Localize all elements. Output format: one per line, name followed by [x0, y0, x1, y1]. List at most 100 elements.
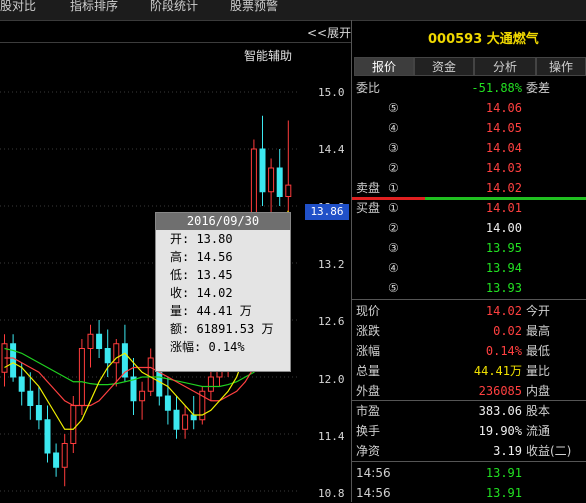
candle-body[interactable]: [87, 333, 94, 349]
buy-level-4[interactable]: ④ 13.94: [352, 258, 586, 278]
candle-body[interactable]: [10, 343, 17, 378]
candle-body[interactable]: [18, 376, 25, 392]
stats-row: 换手 19.90% 流通: [352, 421, 586, 441]
quote-row: 涨幅 0.14% 最低: [352, 341, 586, 361]
candle-body[interactable]: [173, 409, 180, 430]
buy-level-index: ④: [388, 261, 399, 275]
tab-analysis[interactable]: 分析: [474, 57, 536, 76]
weibi-label: 委比: [356, 81, 381, 95]
candle-body[interactable]: [268, 167, 275, 193]
candle-body[interactable]: [61, 443, 68, 468]
axis-label: 13.2: [318, 257, 345, 271]
candle-body[interactable]: [78, 348, 85, 406]
chart-header: [0, 22, 352, 43]
axis-label: 12.0: [318, 372, 345, 386]
candle-body[interactable]: [104, 348, 111, 364]
stats-row: 市盈 383.06 股本: [352, 401, 586, 421]
weibi-row: 委比 -51.88% 委差: [352, 78, 586, 98]
buy-price: 13.93: [485, 281, 522, 295]
divider-3: [352, 461, 586, 462]
candle-tooltip: 2016/09/30 开: 13.80 高: 14.56 低: 13.45 收:…: [155, 212, 291, 372]
candle-body[interactable]: [190, 414, 197, 421]
sell-level-index: ④: [388, 121, 399, 135]
candle-body[interactable]: [27, 390, 34, 406]
quote-row: 外盘 236085 内盘: [352, 381, 586, 401]
candle-body[interactable]: [207, 376, 214, 392]
weibi-diff-label: 委差: [526, 81, 551, 95]
buy-price: 14.00: [485, 221, 522, 235]
candle-body[interactable]: [44, 419, 51, 454]
tick-price: 13.91: [485, 486, 522, 500]
candle-body[interactable]: [70, 405, 77, 444]
tooltip-date: 2016/09/30: [156, 213, 290, 230]
sell-level-5[interactable]: 卖盘 ① 14.02: [352, 178, 586, 198]
candle-body[interactable]: [96, 333, 103, 349]
buy-level-index: ②: [388, 221, 399, 235]
menu-stock-alert[interactable]: 股票预警: [230, 0, 278, 14]
quote-right-label: 内盘: [526, 384, 551, 398]
stock-header: 000593 大通燃气: [352, 22, 586, 52]
candle-body[interactable]: [164, 395, 171, 411]
quote-row: 现价 14.02 今开: [352, 301, 586, 321]
tab-funds[interactable]: 资金: [414, 57, 474, 76]
sell-label: 卖盘: [356, 181, 381, 195]
buy-level-2[interactable]: ② 14.00: [352, 218, 586, 238]
quote-label: 涨幅: [356, 344, 381, 358]
candle-body[interactable]: [147, 357, 154, 392]
buy-level-3[interactable]: ③ 13.95: [352, 238, 586, 258]
stats-value: 19.90%: [478, 424, 522, 438]
menu-compare[interactable]: 股对比: [0, 0, 36, 14]
quote-right-label: 最高: [526, 324, 551, 338]
sell-level-2[interactable]: ④ 14.05: [352, 118, 586, 138]
quote-right-label: 量比: [526, 364, 551, 378]
buy-price: 14.01: [485, 201, 522, 215]
buy-level-index: ③: [388, 241, 399, 255]
buy-level-5[interactable]: ⑤ 13.93: [352, 278, 586, 298]
sell-level-4[interactable]: ② 14.03: [352, 158, 586, 178]
stats-label: 换手: [356, 424, 381, 438]
sell-level-index: ⑤: [388, 101, 399, 115]
candle-body[interactable]: [139, 390, 146, 402]
sell-price: 14.06: [485, 101, 522, 115]
buy-level-index: ①: [388, 201, 399, 215]
axis-label: 12.6: [318, 315, 345, 329]
panel-tabs: 报价 资金 分析 操作: [352, 57, 586, 77]
buy-price: 13.95: [485, 241, 522, 255]
stats-right-label: 股本: [526, 404, 551, 418]
axis-label: 10.8: [318, 487, 345, 501]
candle-body[interactable]: [53, 452, 60, 468]
sell-level-index: ②: [388, 161, 399, 175]
sell-price: 14.04: [485, 141, 522, 155]
candle-body[interactable]: [259, 148, 266, 193]
tooltip-high: 高: 14.56: [170, 250, 233, 264]
stats-label: 净资: [356, 444, 381, 458]
expand-button[interactable]: <<展开: [307, 24, 351, 41]
buy-level-index: ⑤: [388, 281, 399, 295]
tick-row: 14:56 13.91: [352, 483, 586, 503]
quote-value: 14.02: [485, 304, 522, 318]
candle-body[interactable]: [35, 405, 42, 421]
menu-indicator-sort[interactable]: 指标排序: [70, 0, 118, 14]
buy-level-1[interactable]: 买盘 ① 14.01: [352, 198, 586, 218]
quote-label: 涨跌: [356, 324, 381, 338]
candle-body[interactable]: [285, 184, 292, 198]
tick-time: 14:56: [356, 486, 391, 500]
tab-quote[interactable]: 报价: [354, 57, 414, 76]
tick-time: 14:56: [356, 466, 391, 480]
quote-value: 0.14%: [485, 344, 522, 358]
tooltip-low: 低: 13.45: [170, 268, 233, 282]
tab-operation[interactable]: 操作: [536, 57, 586, 76]
quote-value: 0.02: [493, 324, 522, 338]
quote-value: 236085: [478, 384, 522, 398]
sell-price: 14.02: [485, 181, 522, 195]
divider-1: [352, 299, 586, 300]
tooltip-amount: 额: 61891.53 万: [170, 322, 274, 336]
weibi-value: -51.88%: [471, 81, 522, 95]
sell-level-3[interactable]: ③ 14.04: [352, 138, 586, 158]
candle-body[interactable]: [276, 167, 283, 197]
menu-stage-stats[interactable]: 阶段统计: [150, 0, 198, 14]
sell-level-1[interactable]: ⑤ 14.06: [352, 98, 586, 118]
candle-body[interactable]: [182, 414, 189, 430]
tooltip-open: 开: 13.80: [170, 232, 233, 246]
stats-label: 市盈: [356, 404, 381, 418]
